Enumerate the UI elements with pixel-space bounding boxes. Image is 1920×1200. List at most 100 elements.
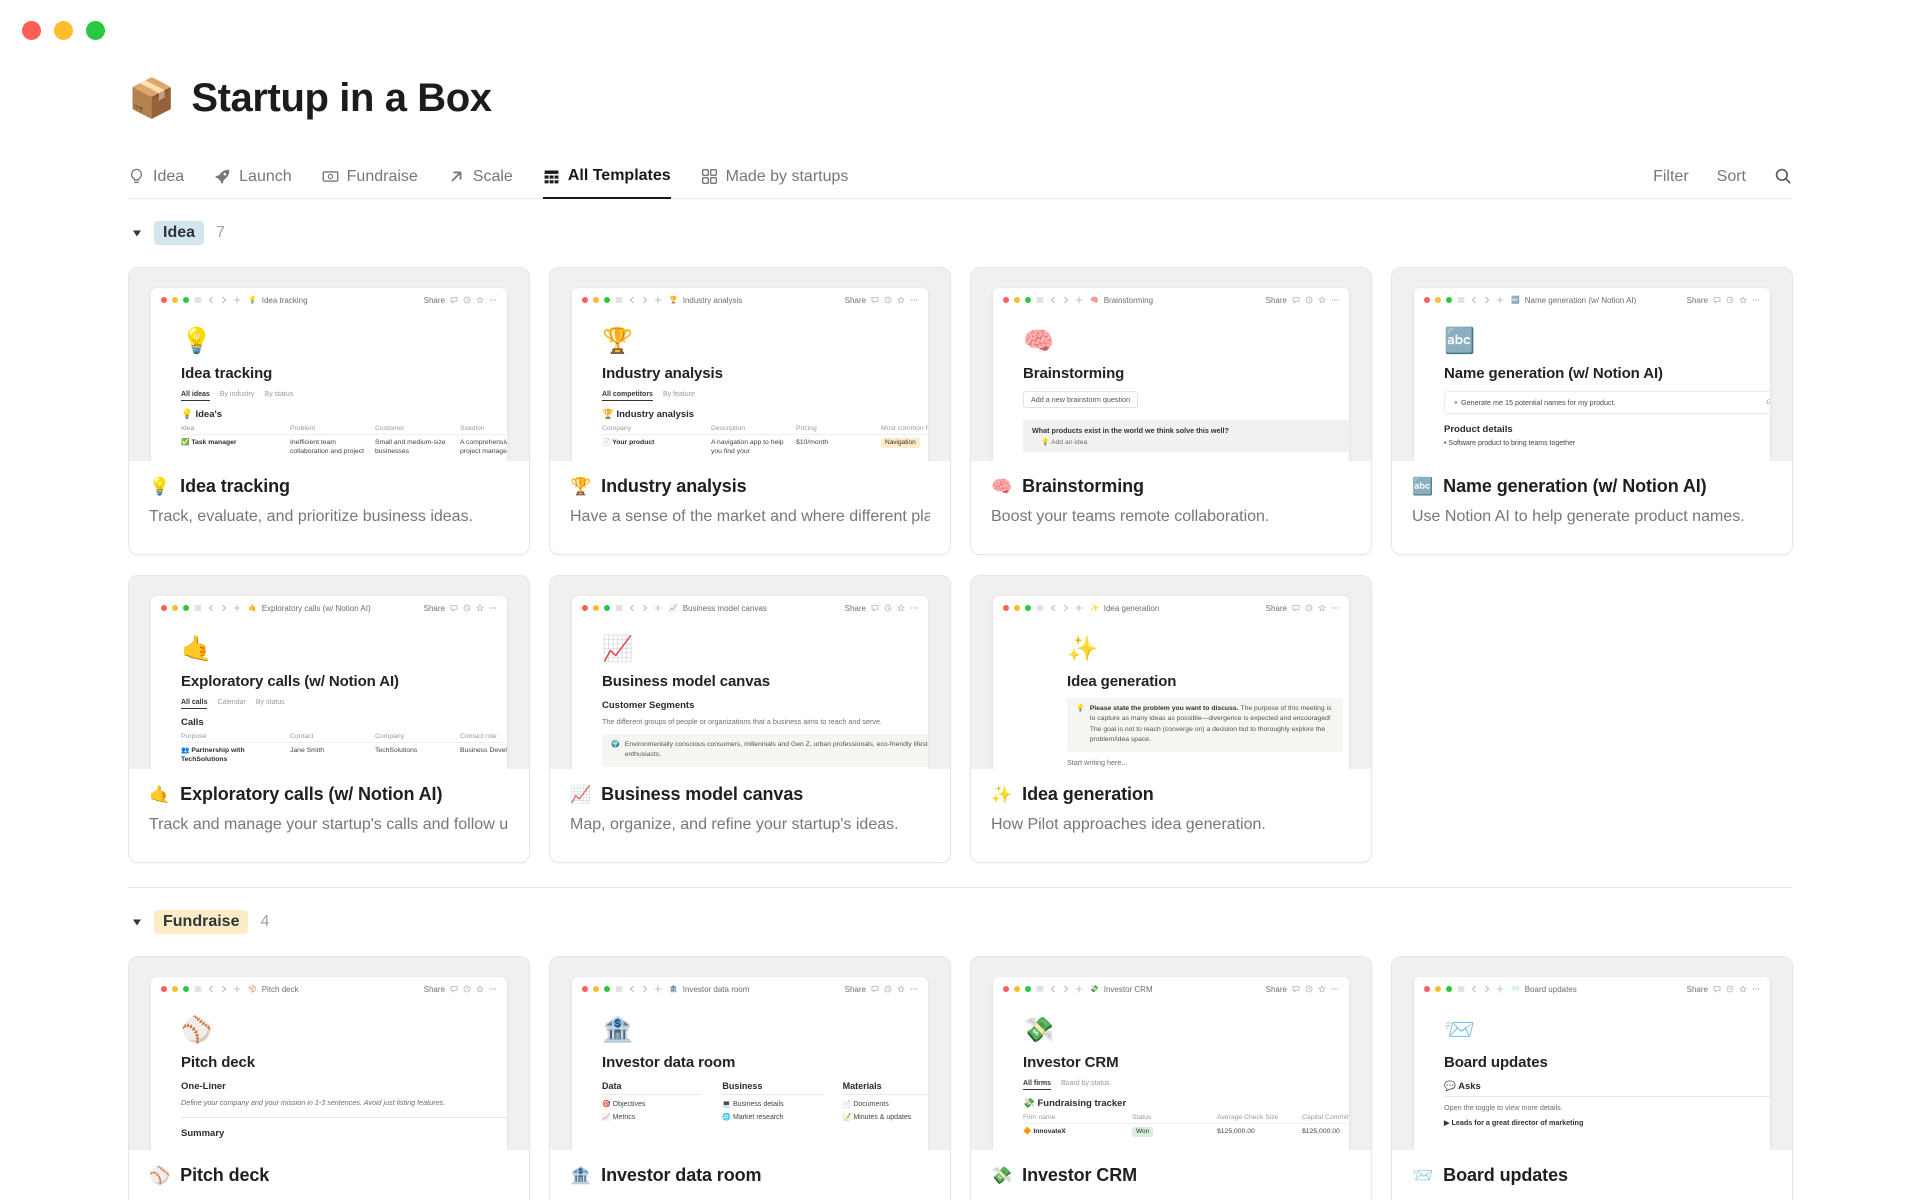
mini-table-header: Purpose Contact Company Contact role (181, 733, 507, 743)
section-badge: Fundraise (154, 910, 249, 934)
mini-page-title: Board updates (1444, 1053, 1548, 1071)
template-card-business-model-canvas[interactable]: 📈 Business model canvas Share 📈 Business mod… (549, 575, 951, 863)
card-description: Have a sense of the market and where dif… (570, 508, 930, 525)
back-icon (1470, 296, 1478, 304)
tab-made-by-startups[interactable]: Made by startups (701, 155, 848, 198)
more-options-icon (910, 296, 918, 304)
menu-icon (194, 604, 202, 612)
menu-icon (1036, 604, 1044, 612)
card-grid: 💡 Idea tracking Share 💡 Idea tracking All ide… (128, 267, 1793, 863)
mini-table-cell: Navigation (881, 437, 928, 456)
mini-table-cell: $10/month (796, 438, 829, 446)
tab-scale[interactable]: Scale (448, 155, 513, 198)
mini-column-title: Data (602, 1081, 703, 1095)
card-thumbnail: 🏆 Industry analysis Share 🏆 Industry analysi… (550, 268, 950, 461)
card-footer: ⚾ Pitch deck (129, 1150, 529, 1200)
mini-traffic-light (1025, 297, 1031, 303)
mini-traffic-light (161, 605, 167, 611)
updates-icon (884, 985, 892, 993)
mini-page-title: Idea generation (1067, 672, 1177, 690)
mini-share-label: Share (423, 295, 445, 305)
sort-button[interactable]: Sort (1717, 168, 1746, 186)
section-collapse-toggle[interactable] (132, 913, 142, 931)
traffic-light-minimize-button[interactable] (54, 21, 73, 40)
mini-table-cell: A navigation app to help you find your (711, 438, 784, 455)
mini-traffic-light (1025, 986, 1031, 992)
template-card-brainstorming[interactable]: 🧠 Brainstorming Share 🧠 Brainstorming Add a n… (970, 267, 1372, 555)
mini-tab: By industry (219, 390, 255, 398)
section-header: Fundraise 4 (128, 888, 1792, 936)
mini-ai-prompt: Generate me 15 potential names for my pr… (1444, 390, 1770, 414)
card-title-row: 📨 Board updates (1412, 1165, 1772, 1186)
card-footer: 💡 Idea tracking Track, evaluate, and prior… (129, 461, 529, 554)
back-icon (628, 604, 636, 612)
traffic-light-close-button[interactable] (22, 21, 41, 40)
template-card-idea-tracking[interactable]: 💡 Idea tracking Share 💡 Idea tracking All ide… (128, 267, 530, 555)
card-title: Name generation (w/ Notion AI) (1443, 476, 1707, 496)
template-card-industry-analysis[interactable]: 🏆 Industry analysis Share 🏆 Industry analysi… (549, 267, 951, 555)
mini-column-header: Contact (290, 732, 314, 740)
comments-icon (1292, 296, 1300, 304)
filter-button[interactable]: Filter (1653, 168, 1689, 186)
mini-breadcrumb-title: Idea generation (1103, 603, 1160, 613)
cash-icon (322, 168, 339, 185)
mini-page-title: Name generation (w/ Notion AI) (1444, 364, 1663, 382)
tab-label: Idea (153, 167, 185, 185)
mini-italic-text: Define your company and your mission in … (181, 1097, 446, 1107)
tab-launch[interactable]: Launch (214, 155, 292, 198)
template-card-board-updates[interactable]: 📨 Board updates Share 📨 Board updates 💬 Asks O… (1391, 956, 1793, 1200)
card-title: Pitch deck (180, 1165, 270, 1185)
updates-icon (463, 604, 471, 612)
card-grid: ⚾ Pitch deck Share ⚾ Pitch deck One-Liner Defi… (128, 956, 1793, 1200)
mini-page-icon: ⚾ (181, 1016, 213, 1044)
forward-icon (641, 604, 649, 612)
tab-idea[interactable]: Idea (128, 155, 184, 198)
back-icon (207, 296, 215, 304)
mini-column-header: Most common features (881, 424, 928, 432)
updates-icon (463, 985, 471, 993)
template-card-investor-data-room[interactable]: 🏦 Investor data room Share 🏦 Investor data r… (549, 956, 951, 1200)
card-footer: 🏆 Industry analysis Have a sense of the ma… (550, 461, 950, 554)
search-button[interactable] (1774, 167, 1792, 185)
card-description: Use Notion AI to help generate product n… (1412, 508, 1745, 525)
forward-icon (641, 296, 649, 304)
menu-icon (615, 296, 623, 304)
template-card-investor-crm[interactable]: 💸 Investor CRM Share 💸 Investor CRM All firms… (970, 956, 1372, 1200)
template-card-name-generation-w-notion-ai[interactable]: 🔤 Name generation (w/ Notion AI) Share 🔤 Nam… (1391, 267, 1793, 555)
mini-column-item: 📄 Documents (842, 1100, 889, 1108)
mini-share-label: Share (1265, 603, 1287, 613)
menu-icon (1036, 985, 1044, 993)
tab-fundraise[interactable]: Fundraise (322, 155, 418, 198)
mini-page-icon: 🔤 (1444, 327, 1476, 355)
mini-heading: Product details (1444, 423, 1513, 435)
mini-table-cell: 👥 Partnership with TechSolutions (181, 746, 245, 763)
mini-table-cell: ✅ Task manager (181, 438, 237, 446)
package-emoji-icon: 📦 (128, 77, 176, 120)
mini-paragraph: The different groups of people or organi… (602, 716, 882, 726)
section-collapse-toggle[interactable] (132, 224, 142, 242)
mini-table-row: ✅ Task manager Inefficient team collabora… (181, 438, 507, 456)
mini-traffic-light (161, 297, 167, 303)
arrow-icon (448, 168, 465, 185)
section-count: 7 (216, 224, 225, 241)
mini-notion-window: 🧠 Brainstorming Share 🧠 Brainstorming Add a n… (993, 288, 1349, 461)
card-thumbnail: 📈 Business model canvas Share 📈 Business mod… (550, 576, 950, 769)
template-card-idea-generation[interactable]: ✨ Idea generation Share ✨ Idea generation 💡 Pl… (970, 575, 1372, 863)
tab-all-templates[interactable]: All Templates (542, 155, 671, 199)
traffic-light-zoom-button[interactable] (86, 21, 105, 40)
mini-breadcrumb-title: Board updates (1524, 984, 1577, 994)
mini-column-title: Business (722, 1081, 823, 1095)
template-card-exploratory-calls-w-notion-ai[interactable]: 🤙 Exploratory calls (w/ Notion AI) Share 🤙 E… (128, 575, 530, 863)
mini-view-tabs: All calls Calendar By status (181, 699, 491, 709)
card-title: Investor data room (601, 1165, 762, 1185)
updates-icon (1305, 985, 1313, 993)
mini-notion-window: 🏦 Investor data room Share 🏦 Investor data r… (572, 977, 928, 1150)
mini-table-cell: $125,000.00 (1302, 1127, 1340, 1135)
mini-section-title: 🏆 Industry analysis (602, 408, 695, 420)
mini-page-emoji: 🤙 (248, 605, 257, 612)
favorite-icon (476, 985, 484, 993)
mini-page-emoji: 📈 (669, 605, 678, 612)
card-emoji-icon: 🏦 (570, 1165, 592, 1185)
more-options-icon (489, 985, 497, 993)
template-card-pitch-deck[interactable]: ⚾ Pitch deck Share ⚾ Pitch deck One-Liner Defi… (128, 956, 530, 1200)
